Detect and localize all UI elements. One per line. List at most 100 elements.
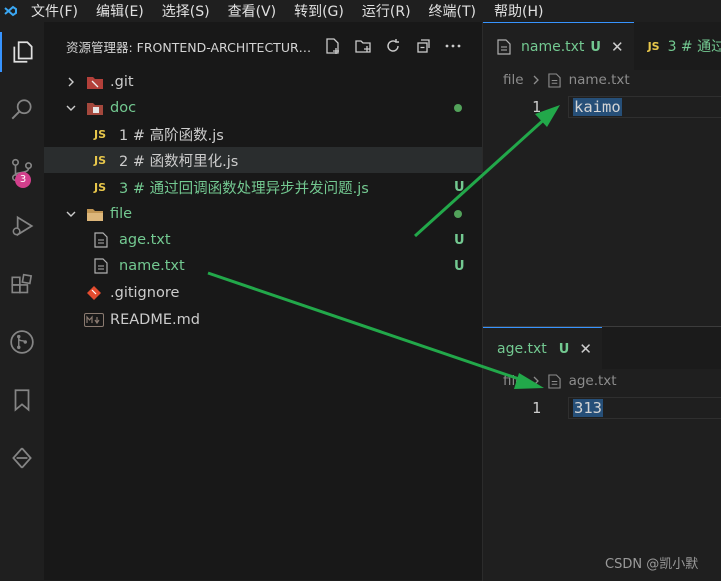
git-folder-icon	[86, 73, 104, 91]
chevron-right-icon	[533, 376, 539, 386]
more-actions-button[interactable]	[442, 35, 464, 57]
bookmark-icon	[14, 389, 30, 412]
chevron-right-icon	[533, 75, 539, 85]
collapse-all-button[interactable]	[412, 35, 434, 57]
line-number: 1	[532, 98, 542, 116]
tree-item-label: .git	[110, 74, 134, 90]
tree-item-label: 1 # 高阶函数.js	[119, 127, 224, 144]
text-file-icon	[94, 232, 108, 248]
tree-item-js-2[interactable]: JS 2 # 函数柯里化.js	[44, 147, 482, 173]
breadcrumb: file age.txt	[503, 373, 617, 389]
tab-name-txt[interactable]: name.txt U ✕	[483, 22, 634, 71]
editor-group-top: name.txt U ✕ JS 3 # 通过 file name.txt 1 k…	[482, 22, 721, 326]
refresh-button[interactable]	[382, 35, 404, 57]
tree-item-gitignore[interactable]: .gitignore	[44, 280, 482, 306]
refresh-icon	[387, 39, 399, 52]
remote-explorer-icon	[12, 447, 32, 469]
selected-text[interactable]: 313	[573, 399, 603, 417]
close-icon[interactable]: ✕	[611, 38, 624, 56]
explorer-header: 资源管理器: FRONTEND-ARCHITECTURE...	[44, 22, 482, 70]
menu-help[interactable]: 帮助(H)	[485, 1, 552, 21]
js-file-icon: JS	[94, 127, 107, 141]
tree-item-label: name.txt	[119, 258, 185, 274]
menu-terminal[interactable]: 终端(T)	[420, 1, 485, 21]
ellipsis-icon	[445, 44, 461, 48]
untracked-badge: U	[454, 179, 465, 195]
new-file-icon	[326, 38, 339, 54]
breadcrumb: file name.txt	[503, 72, 630, 88]
folder-open-icon	[86, 205, 104, 223]
tree-item-label: doc	[110, 100, 137, 116]
tree-item-label: 3 # 通过回调函数处理异步并发问题.js	[119, 180, 369, 197]
breadcrumb-file[interactable]: age.txt	[569, 373, 617, 389]
tree-item-label: age.txt	[119, 232, 171, 248]
collapse-all-icon	[417, 39, 430, 53]
explorer-title: 资源管理器: FRONTEND-ARCHITECTURE...	[66, 39, 312, 55]
tab-label: age.txt	[497, 341, 547, 357]
activity-bar: 3	[0, 22, 45, 580]
run-debug-icon	[12, 215, 34, 237]
breadcrumb-folder[interactable]: file	[503, 72, 524, 88]
breadcrumb-folder[interactable]: file	[503, 373, 524, 389]
tree-item-label: .gitignore	[110, 285, 180, 301]
menu-file[interactable]: 文件(F)	[22, 1, 87, 21]
extensions-icon	[11, 273, 33, 294]
text-file-icon	[547, 373, 561, 389]
remote-button[interactable]	[0, 438, 44, 478]
tree-item-label: 2 # 函数柯里化.js	[119, 153, 239, 170]
bookmarks-button[interactable]	[0, 380, 44, 420]
js-file-icon: JS	[94, 180, 107, 194]
menu-selection[interactable]: 选择(S)	[153, 1, 219, 21]
explorer-panel: 资源管理器: FRONTEND-ARCHITECTURE... .git doc…	[44, 22, 482, 580]
menu-bar: 文件(F) 编辑(E) 选择(S) 查看(V) 转到(G) 运行(R) 终端(T…	[0, 0, 721, 22]
tree-item-git[interactable]: .git	[44, 69, 482, 95]
code-line[interactable]: kaimo	[573, 96, 622, 118]
tree-item-doc[interactable]: doc	[44, 95, 482, 121]
search-button[interactable]	[0, 90, 44, 130]
untracked-badge: U	[558, 341, 570, 357]
tree-item-js-3[interactable]: JS 3 # 通过回调函数处理异步并发问题.js U	[44, 174, 482, 200]
chevron-down-icon	[66, 105, 76, 111]
tab-js-3[interactable]: JS 3 # 通过	[634, 22, 721, 70]
tree-item-age-txt[interactable]: age.txt U	[44, 227, 482, 253]
git-graph-button[interactable]	[0, 322, 44, 362]
new-file-button[interactable]	[322, 35, 344, 57]
breadcrumb-file[interactable]: name.txt	[569, 72, 630, 88]
run-debug-button[interactable]	[0, 206, 44, 246]
tree-item-js-1[interactable]: JS 1 # 高阶函数.js	[44, 121, 482, 147]
doc-folder-icon	[86, 99, 104, 117]
git-graph-icon	[10, 330, 34, 354]
code-line[interactable]: 313	[573, 397, 603, 419]
editor-group-bottom: age.txt U ✕ file age.txt 1 313	[482, 326, 721, 581]
modified-dot	[454, 210, 462, 218]
new-folder-button[interactable]	[352, 35, 374, 57]
untracked-badge: U	[590, 39, 601, 55]
tree-item-name-txt[interactable]: name.txt U	[44, 253, 482, 279]
chevron-down-icon	[66, 211, 76, 217]
vscode-logo-icon	[0, 0, 22, 22]
line-number: 1	[532, 399, 542, 417]
tree-item-readme[interactable]: README.md	[44, 307, 482, 333]
extensions-button[interactable]	[0, 266, 44, 306]
git-file-icon	[86, 285, 102, 301]
untracked-badge: U	[454, 232, 465, 248]
menu-go[interactable]: 转到(G)	[285, 1, 353, 21]
menu-edit[interactable]: 编辑(E)	[87, 1, 153, 21]
tab-age-txt[interactable]: age.txt U ✕	[483, 327, 602, 370]
markdown-file-icon	[84, 313, 104, 327]
text-file-icon	[94, 258, 108, 274]
search-icon	[11, 99, 32, 120]
watermark: CSDN @凯小默	[605, 557, 699, 572]
js-file-icon: JS	[94, 153, 107, 167]
new-folder-icon	[355, 40, 371, 53]
text-file-icon	[497, 39, 511, 55]
menu-run[interactable]: 运行(R)	[353, 1, 420, 21]
files-icon	[13, 41, 33, 63]
tree-item-label: file	[110, 206, 133, 222]
tree-item-file[interactable]: file	[44, 201, 482, 227]
close-icon[interactable]: ✕	[579, 340, 592, 358]
explorer-button[interactable]	[0, 32, 44, 72]
js-file-icon: JS	[647, 39, 660, 53]
selected-text[interactable]: kaimo	[573, 98, 622, 116]
menu-view[interactable]: 查看(V)	[219, 1, 286, 21]
